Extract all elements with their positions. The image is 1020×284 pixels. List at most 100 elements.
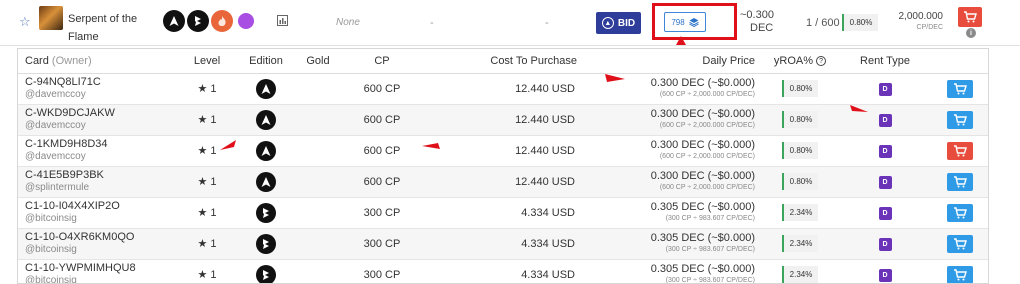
gold-cell bbox=[294, 73, 342, 104]
table-row[interactable]: C-WKD9DCJAKW @davemccoy ★ 1 600 CP 12.440 US… bbox=[18, 104, 988, 135]
bid-icon: ▲ bbox=[601, 17, 614, 29]
level-value: 1 bbox=[210, 114, 217, 126]
card-cell[interactable]: C-94NQ8LI71C @davemccoy bbox=[18, 73, 176, 104]
card-owner[interactable]: @bitcoinsig bbox=[25, 275, 176, 283]
header-level[interactable]: Level bbox=[176, 49, 238, 73]
info-icon[interactable]: i bbox=[966, 28, 976, 38]
table-row[interactable]: C-41E5B9P3BK @splintermule ★ 1 600 CP 12.440… bbox=[18, 166, 988, 197]
card-cell[interactable]: C-1KMD9H8D34 @davemccoy bbox=[18, 135, 176, 166]
level-star-icon: ★ bbox=[197, 83, 208, 95]
card-cell[interactable]: C1-10-I04X4XIP2O @bitcoinsig bbox=[18, 197, 176, 228]
daily-price-main: 0.300 DEC (~$0.000) bbox=[650, 107, 755, 120]
triangle-icon bbox=[256, 109, 276, 130]
bolt-icon bbox=[256, 264, 276, 283]
cart-button[interactable] bbox=[946, 141, 973, 160]
level-value: 1 bbox=[210, 207, 217, 219]
edition-cell bbox=[238, 197, 294, 228]
card-id[interactable]: C-94NQ8LI71C bbox=[25, 76, 176, 89]
cart-button[interactable] bbox=[946, 172, 973, 191]
table-row[interactable]: C1-10-O4XR6KM0QO @bitcoinsig ★ 1 300 CP 4.33… bbox=[18, 228, 988, 259]
card-owner[interactable]: @davemccoy bbox=[25, 120, 176, 132]
card-id[interactable]: C-41E5B9P3BK bbox=[25, 169, 176, 182]
daily-price-main: 0.300 DEC (~$0.000) bbox=[650, 138, 755, 151]
gold-cell bbox=[294, 197, 342, 228]
stats-chart-icon[interactable] bbox=[277, 15, 288, 26]
yroa-cell: 0.80% bbox=[759, 166, 841, 197]
rent-type-badge[interactable]: D bbox=[878, 237, 892, 251]
level-value: 1 bbox=[210, 176, 217, 188]
rent-type-badge[interactable]: D bbox=[878, 175, 892, 189]
card-summary-row: ☆ Serpent of the Flame None - - ▲ BID 79… bbox=[0, 0, 1020, 65]
card-thumbnail[interactable] bbox=[39, 6, 63, 30]
level-cell: ★ 1 bbox=[176, 166, 238, 197]
rent-type-cell: D bbox=[841, 197, 929, 228]
empty-value-b: - bbox=[545, 17, 549, 29]
header-cost[interactable]: Cost To Purchase bbox=[422, 49, 577, 73]
cart-button[interactable] bbox=[946, 265, 973, 283]
header-cp[interactable]: CP bbox=[342, 49, 422, 73]
rent-type-badge[interactable]: D bbox=[878, 206, 892, 220]
bid-button[interactable]: ▲ BID bbox=[596, 12, 641, 34]
bolt-icon bbox=[256, 233, 276, 254]
yroa-badge: 0.80% bbox=[782, 142, 818, 159]
rent-type-cell: D bbox=[841, 228, 929, 259]
table-row[interactable]: C-1KMD9H8D34 @davemccoy ★ 1 600 CP 12.440 US… bbox=[18, 135, 988, 166]
table-row[interactable]: C-94NQ8LI71C @davemccoy ★ 1 600 CP 12.440 US… bbox=[18, 73, 988, 104]
card-owner[interactable]: @davemccoy bbox=[25, 151, 176, 163]
header-card[interactable]: Card (Owner) bbox=[18, 49, 176, 73]
cart-button[interactable] bbox=[946, 203, 973, 222]
annotation-arrow-up bbox=[676, 36, 686, 45]
card-cell[interactable]: C1-10-O4XR6KM0QO @bitcoinsig bbox=[18, 228, 176, 259]
cart-icon bbox=[953, 175, 967, 188]
cp-cell: 300 CP bbox=[363, 268, 401, 281]
cp-per-dec: 2,000.000 CP/DEC bbox=[898, 11, 944, 33]
header-daily-price[interactable]: Daily Price bbox=[577, 49, 759, 73]
level-cell: ★ 1 bbox=[176, 73, 238, 104]
cart-icon bbox=[953, 206, 967, 219]
cart-button[interactable] bbox=[946, 110, 973, 129]
cart-button[interactable] bbox=[946, 79, 973, 98]
card-cell[interactable]: C-WKD9DCJAKW @davemccoy bbox=[18, 104, 176, 135]
rent-type-cell: D bbox=[841, 135, 929, 166]
card-name[interactable]: Serpent of the Flame bbox=[68, 10, 158, 46]
card-owner[interactable]: @bitcoinsig bbox=[25, 244, 176, 256]
card-owner[interactable]: @bitcoinsig bbox=[25, 213, 176, 225]
card-id[interactable]: C1-10-O4XR6KM0QO bbox=[25, 231, 176, 244]
header-rent-type[interactable]: Rent Type bbox=[841, 49, 929, 73]
level-value: 1 bbox=[210, 238, 217, 250]
rent-type-badge[interactable]: D bbox=[878, 113, 892, 127]
cp-cell: 600 CP bbox=[363, 82, 401, 95]
table-row[interactable]: C1-10-I04X4XIP2O @bitcoinsig ★ 1 300 CP 4.33… bbox=[18, 197, 988, 228]
header-yroa[interactable]: yROA% ? bbox=[759, 49, 841, 73]
card-id[interactable]: C1-10-YWPMIMHQU8 bbox=[25, 262, 176, 275]
triangle-icon bbox=[256, 140, 276, 161]
edition-cell bbox=[238, 228, 294, 259]
rent-type-cell: D bbox=[841, 166, 929, 197]
yroa-cell: 2.34% bbox=[759, 259, 841, 283]
card-id[interactable]: C-1KMD9H8D34 bbox=[25, 138, 176, 151]
level-cell: ★ 1 bbox=[176, 197, 238, 228]
daily-price-cell: 0.300 DEC (~$0.000) (600 CP ÷ 2,000.000 C… bbox=[577, 104, 759, 135]
cart-button[interactable] bbox=[946, 234, 973, 253]
rent-type-badge[interactable]: D bbox=[878, 268, 892, 282]
element-badges bbox=[163, 10, 257, 32]
buy-cart-button[interactable] bbox=[958, 7, 982, 27]
header-gold[interactable]: Gold bbox=[294, 49, 342, 73]
cost-cell: 4.334 USD bbox=[521, 268, 575, 281]
card-id[interactable]: C-WKD9DCJAKW bbox=[25, 107, 176, 120]
card-owner[interactable]: @davemccoy bbox=[25, 89, 176, 101]
card-id[interactable]: C1-10-I04X4XIP2O bbox=[25, 200, 176, 213]
annotation-arrow-left-2 bbox=[422, 143, 440, 149]
card-cell[interactable]: C1-10-YWPMIMHQU8 @bitcoinsig bbox=[18, 259, 176, 283]
card-owner[interactable]: @splintermule bbox=[25, 182, 176, 194]
card-cell[interactable]: C-41E5B9P3BK @splintermule bbox=[18, 166, 176, 197]
rent-type-badge[interactable]: D bbox=[878, 144, 892, 158]
yroa-cell: 0.80% bbox=[759, 104, 841, 135]
rent-type-badge[interactable]: D bbox=[878, 82, 892, 96]
gold-cell bbox=[294, 166, 342, 197]
favorite-star-icon[interactable]: ☆ bbox=[19, 15, 31, 28]
table-row[interactable]: C1-10-YWPMIMHQU8 @bitcoinsig ★ 1 300 CP 4.33… bbox=[18, 259, 988, 283]
header-edition[interactable]: Edition bbox=[238, 49, 294, 73]
cost-cell: 12.440 USD bbox=[515, 175, 575, 188]
help-icon[interactable]: ? bbox=[816, 56, 827, 67]
